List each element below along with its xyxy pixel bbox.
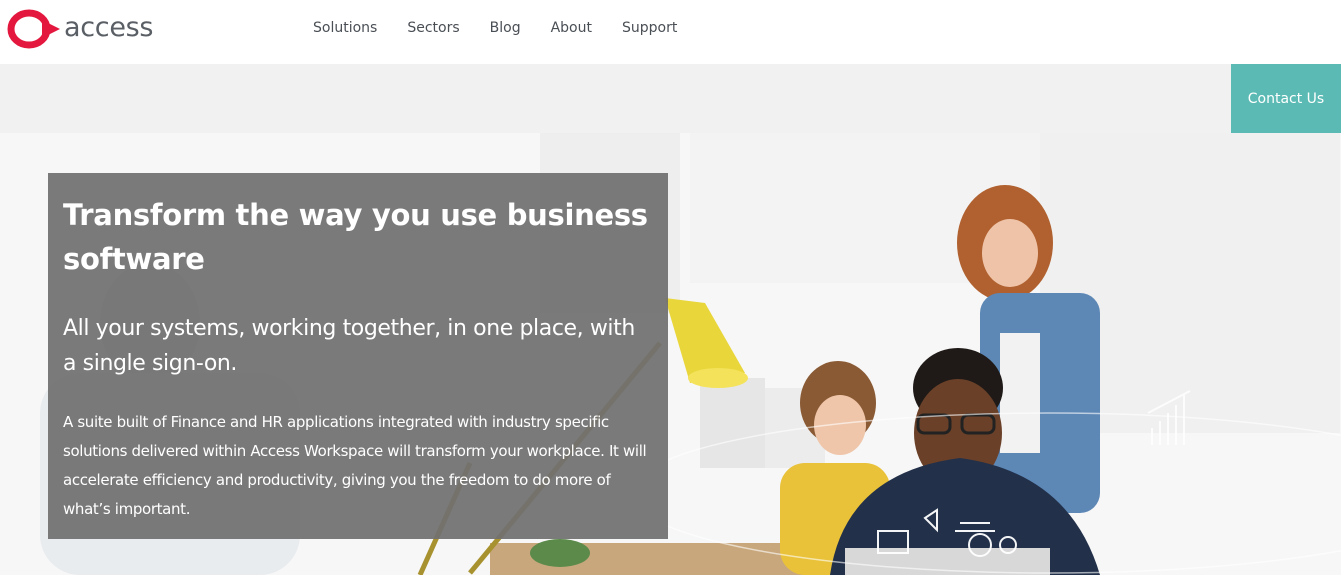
nav-sectors[interactable]: Sectors: [392, 20, 474, 36]
nav-support[interactable]: Support: [607, 20, 692, 36]
access-logo-icon: [7, 9, 60, 49]
access-logo[interactable]: access: [6, 7, 153, 51]
nav-blog[interactable]: Blog: [475, 20, 536, 36]
site-header: access Solutions Sectors Blog About Supp…: [0, 0, 1341, 64]
hero-body: A suite built of Finance and HR applicat…: [63, 413, 647, 518]
nav-solutions[interactable]: Solutions: [298, 20, 392, 36]
sub-header-band: [0, 64, 1341, 133]
hero-subtitle: All your systems, working together, in o…: [63, 316, 635, 376]
hero-text-panel: Transform the way you use business softw…: [48, 173, 668, 539]
main-nav: Solutions Sectors Blog About Support: [298, 20, 692, 36]
hero-title: Transform the way you use business softw…: [63, 198, 648, 276]
logo-text: access: [64, 11, 154, 43]
contact-us-button[interactable]: Contact Us: [1231, 64, 1341, 133]
nav-about[interactable]: About: [536, 20, 607, 36]
